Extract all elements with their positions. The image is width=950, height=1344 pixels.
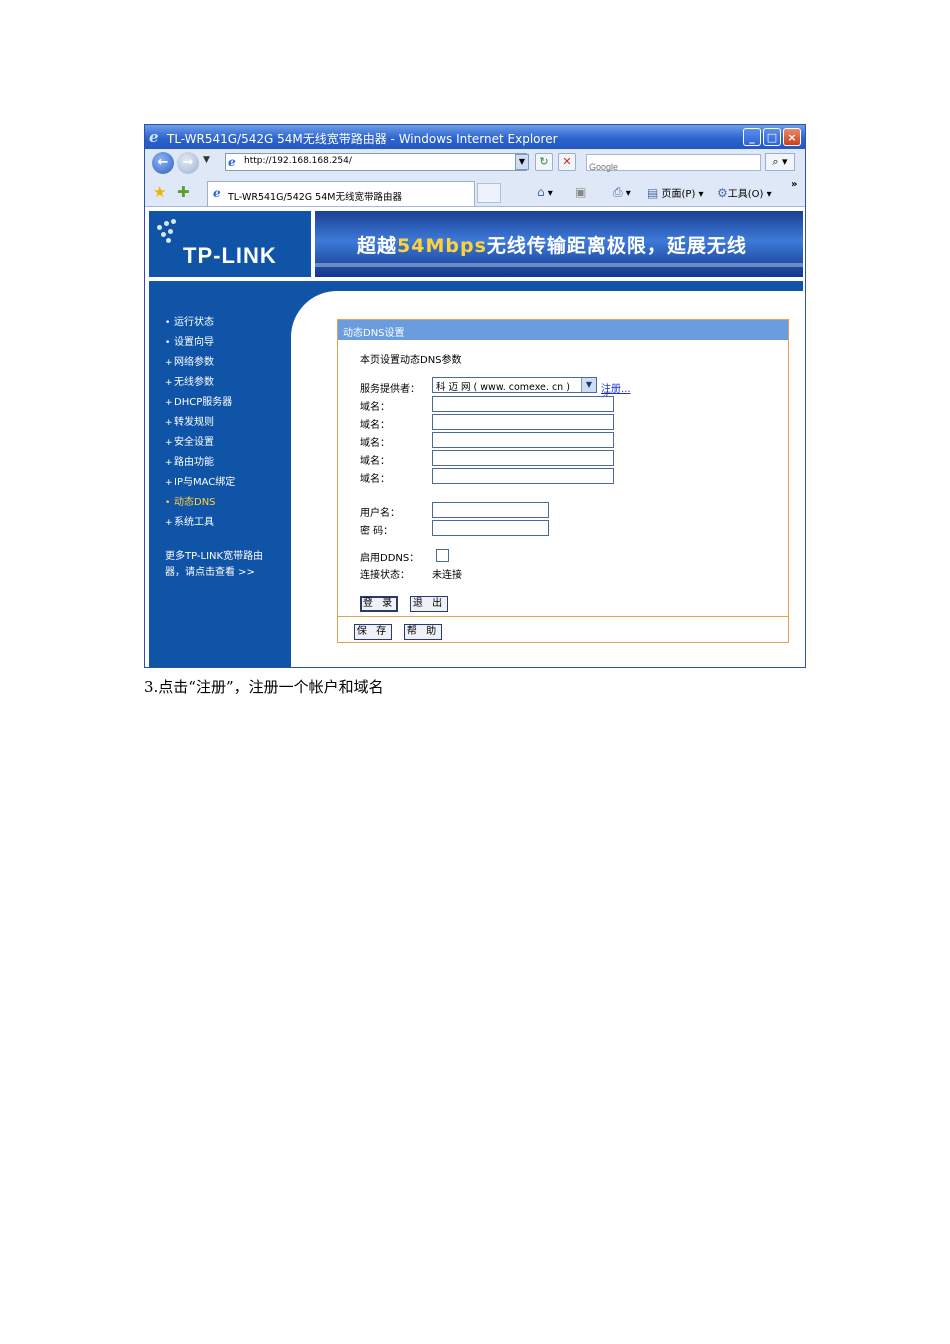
address-bar: ← → ▼ e http://192.168.168.254/ ▼ ↻ ✕ ⌕ … bbox=[145, 149, 805, 177]
connection-status-label: 连接状态： bbox=[360, 570, 410, 581]
forward-arrow-icon: → bbox=[182, 155, 194, 170]
chevron-down-icon: ▼ bbox=[581, 378, 596, 392]
stop-button[interactable]: ✕ bbox=[558, 153, 576, 171]
ie-logo-icon: e bbox=[149, 128, 159, 146]
username-input[interactable] bbox=[432, 502, 549, 518]
panel-title: 动态DNS设置 bbox=[343, 328, 405, 339]
domain-label: 域名： bbox=[360, 438, 390, 449]
tp-link-logo: TP-LINK bbox=[149, 211, 311, 277]
page-menu[interactable]: ▤ 页面(P) ▾ bbox=[647, 185, 704, 200]
domain-input[interactable] bbox=[432, 450, 614, 466]
search-button[interactable]: ⌕ ▾ bbox=[765, 153, 795, 171]
page-icon: e bbox=[228, 155, 236, 169]
sidebar-item-status[interactable]: • 运行状态 bbox=[165, 313, 214, 328]
logo-text: TP-LINK bbox=[183, 243, 277, 268]
browser-window: e TL-WR541G/542G 54M无线宽带路由器 - Windows In… bbox=[144, 124, 806, 668]
feeds-icon[interactable]: ▣ bbox=[575, 185, 586, 199]
more-chevron[interactable]: » bbox=[791, 179, 797, 190]
sidebar-item-ddns[interactable]: • 动态DNS bbox=[165, 493, 216, 508]
refresh-button[interactable]: ↻ bbox=[535, 153, 553, 171]
domain-label: 域名： bbox=[360, 420, 390, 431]
connection-status-value: 未连接 bbox=[432, 570, 462, 581]
sidebar-item-forwarding[interactable]: +转发规则 bbox=[165, 413, 214, 428]
add-favorite-icon[interactable]: ✚ bbox=[177, 183, 190, 201]
enable-ddns-label: 启用DDNS： bbox=[360, 553, 420, 564]
domain-label: 域名： bbox=[360, 456, 390, 467]
password-label: 密 码： bbox=[360, 526, 394, 537]
home-icon[interactable]: ⌂ ▾ bbox=[537, 185, 553, 199]
banner: 超越54Mbps无线传输距离极限，延展无线 bbox=[315, 211, 803, 277]
banner-text: 超越54Mbps无线传输距离极限，延展无线 bbox=[357, 235, 747, 257]
sidebar-item-ip-mac[interactable]: +IP与MAC绑定 bbox=[165, 473, 235, 488]
minimize-button[interactable]: _ bbox=[743, 128, 761, 146]
gear-icon: ⚙ bbox=[717, 186, 728, 200]
sidebar: • 运行状态 • 设置向导 +网络参数 +无线参数 +DHCP服务器 +转发规则 +… bbox=[149, 291, 291, 667]
sidebar-item-wizard[interactable]: • 设置向导 bbox=[165, 333, 214, 348]
enable-ddns-checkbox[interactable] bbox=[436, 549, 449, 562]
provider-select[interactable]: 科 迈 网 ( www. comexe. cn ) ▼ bbox=[432, 377, 597, 393]
sidebar-item-dhcp[interactable]: +DHCP服务器 bbox=[165, 393, 232, 408]
username-label: 用户名： bbox=[360, 508, 400, 519]
sidebar-item-network[interactable]: +网络参数 bbox=[165, 353, 214, 368]
domain-input[interactable] bbox=[432, 414, 614, 430]
search-input[interactable] bbox=[589, 160, 749, 174]
tab-page-icon: e bbox=[213, 186, 221, 200]
sidebar-item-routing[interactable]: +路由功能 bbox=[165, 453, 214, 468]
page-icon: ▤ bbox=[647, 186, 659, 200]
password-input[interactable] bbox=[432, 520, 549, 536]
close-button[interactable]: × bbox=[783, 128, 801, 146]
step-caption: 3.点击“注册”，注册一个帐户和域名 bbox=[144, 678, 384, 696]
provider-label: 服务提供者： bbox=[360, 384, 420, 395]
ddns-panel: 动态DNS设置 本页设置动态DNS参数 服务提供者： 科 迈 网 ( www. … bbox=[337, 319, 789, 643]
sidebar-item-wireless[interactable]: +无线参数 bbox=[165, 373, 214, 388]
history-dropdown-icon[interactable]: ▼ bbox=[203, 155, 210, 165]
sidebar-item-system-tools[interactable]: +系统工具 bbox=[165, 513, 214, 528]
refresh-icon: ↻ bbox=[539, 155, 549, 168]
sidebar-item-security[interactable]: +安全设置 bbox=[165, 433, 214, 448]
provider-value: 科 迈 网 ( www. comexe. cn ) bbox=[436, 382, 570, 393]
stop-icon: ✕ bbox=[562, 155, 572, 168]
panel-description: 本页设置动态DNS参数 bbox=[360, 355, 462, 366]
favorites-star-icon[interactable]: ★ bbox=[153, 183, 166, 201]
back-button[interactable]: ← bbox=[152, 152, 174, 174]
tab-bar: ★ ✚ e TL-WR541G/542G 54M无线宽带路由器 ⌂ ▾ ▣ ⎙ … bbox=[145, 177, 805, 207]
login-button[interactable]: 登 录 bbox=[360, 596, 398, 612]
active-tab[interactable]: e TL-WR541G/542G 54M无线宽带路由器 bbox=[207, 181, 475, 206]
domain-input[interactable] bbox=[432, 396, 614, 412]
url-dropdown-icon[interactable]: ▼ bbox=[515, 154, 529, 170]
domain-label: 域名： bbox=[360, 474, 390, 485]
logout-button[interactable]: 退 出 bbox=[410, 596, 448, 612]
save-button[interactable]: 保 存 bbox=[354, 624, 392, 640]
back-arrow-icon: ← bbox=[157, 155, 169, 170]
title-bar: e TL-WR541G/542G 54M无线宽带路由器 - Windows In… bbox=[145, 125, 805, 149]
tools-menu[interactable]: ⚙工具(O) ▾ bbox=[717, 185, 772, 200]
more-products-link[interactable]: 更多TP-LINK宽带路由器，请点击查看 >> bbox=[165, 549, 275, 581]
forward-button[interactable]: → bbox=[177, 152, 199, 174]
search-field[interactable] bbox=[586, 154, 761, 174]
logo-dots-icon bbox=[157, 219, 179, 245]
tab-title: TL-WR541G/542G 54M无线宽带路由器 bbox=[228, 192, 402, 203]
maximize-button[interactable]: □ bbox=[763, 128, 781, 146]
window-title: TL-WR541G/542G 54M无线宽带路由器 - Windows Inte… bbox=[167, 132, 558, 146]
search-icon: ⌕ bbox=[772, 155, 779, 168]
url-text: http://192.168.168.254/ bbox=[244, 156, 352, 166]
domain-input[interactable] bbox=[432, 432, 614, 448]
print-icon[interactable]: ⎙ ▾ bbox=[613, 185, 631, 200]
new-tab-button[interactable] bbox=[477, 183, 501, 203]
domain-input[interactable] bbox=[432, 468, 614, 484]
header-divider bbox=[149, 281, 803, 291]
panel-divider bbox=[338, 616, 788, 617]
router-page: TP-LINK 超越54Mbps无线传输距离极限，延展无线 • 运行状态 • 设置向… bbox=[145, 207, 805, 667]
panel-header: 动态DNS设置 bbox=[338, 320, 788, 340]
domain-label: 域名： bbox=[360, 402, 390, 413]
url-field[interactable]: e http://192.168.168.254/ bbox=[225, 153, 527, 171]
help-button[interactable]: 帮 助 bbox=[404, 624, 442, 640]
